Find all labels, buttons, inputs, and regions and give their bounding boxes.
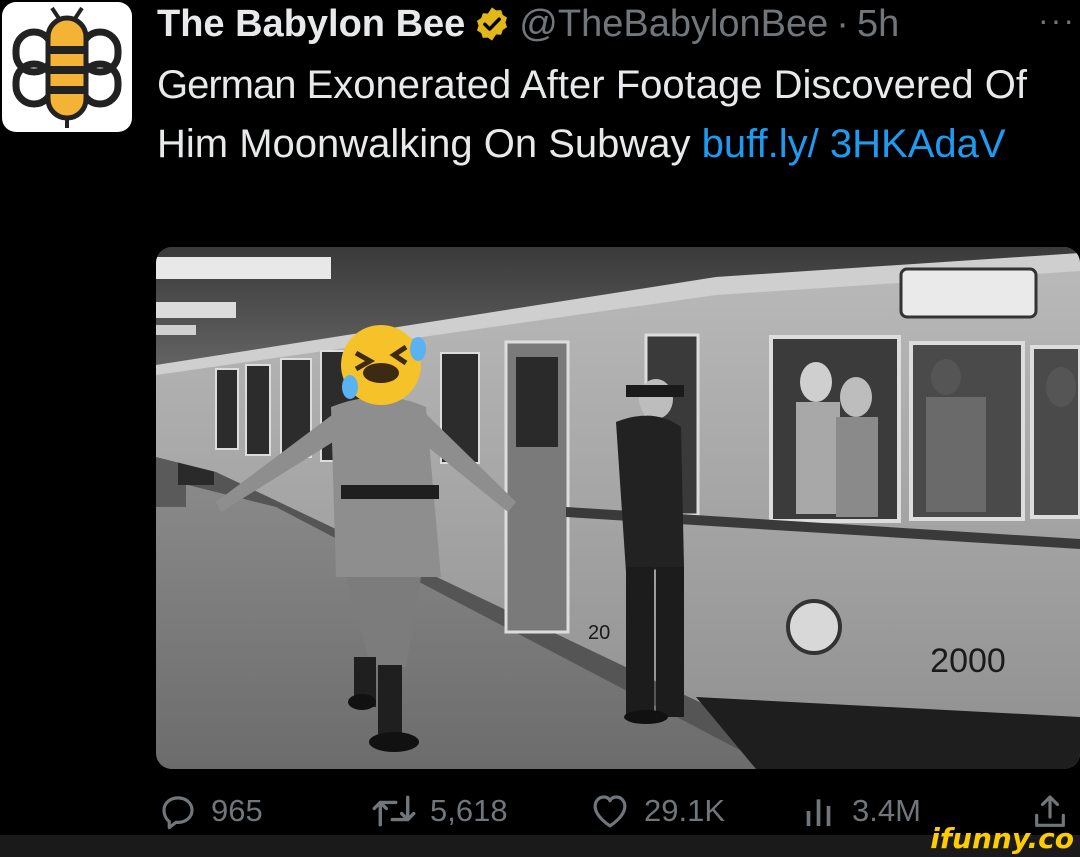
train-number: 2000	[930, 642, 1006, 680]
analytics-bar-icon	[806, 799, 831, 826]
heart-icon	[593, 795, 627, 828]
tweet-header: The Babylon Bee @TheBabylonBee · 5h	[157, 0, 899, 48]
like-button[interactable]: 29.1K	[588, 790, 725, 832]
more-options-button[interactable]: ···	[1038, 2, 1076, 39]
account-handle[interactable]: @TheBabylonBee	[519, 3, 828, 46]
reply-icon	[162, 796, 194, 830]
tweet-text: German Exonerated After Footage Discover…	[157, 56, 1077, 174]
separator-dot: ·	[836, 2, 849, 45]
repost-count: 5,618	[430, 793, 508, 828]
views-button[interactable]: 3.4M	[800, 790, 921, 832]
train-side-number: 20	[588, 622, 610, 644]
account-name[interactable]: The Babylon Bee	[157, 3, 465, 46]
repost-button[interactable]: 5,618	[370, 790, 508, 832]
tweet-link[interactable]: buff.ly/ 3HKAdaV	[702, 122, 1006, 166]
tweet-text-lead: German	[157, 63, 296, 107]
avatar[interactable]	[2, 2, 132, 132]
tweet-media-image[interactable]: 2000 20	[156, 247, 1080, 769]
view-count: 3.4M	[852, 793, 921, 828]
repost-icon	[372, 795, 416, 827]
reply-button[interactable]: 965	[157, 790, 263, 832]
verified-badge-icon	[477, 7, 508, 41]
ifunny-watermark: ifunny.co	[930, 822, 1074, 855]
bottom-bar	[0, 835, 1080, 857]
like-count: 29.1K	[644, 793, 726, 828]
subway-photo: 2000 20	[156, 247, 1080, 769]
babylon-bee-logo-icon	[12, 6, 122, 128]
timestamp[interactable]: 5h	[857, 3, 899, 46]
reply-count: 965	[211, 793, 263, 828]
